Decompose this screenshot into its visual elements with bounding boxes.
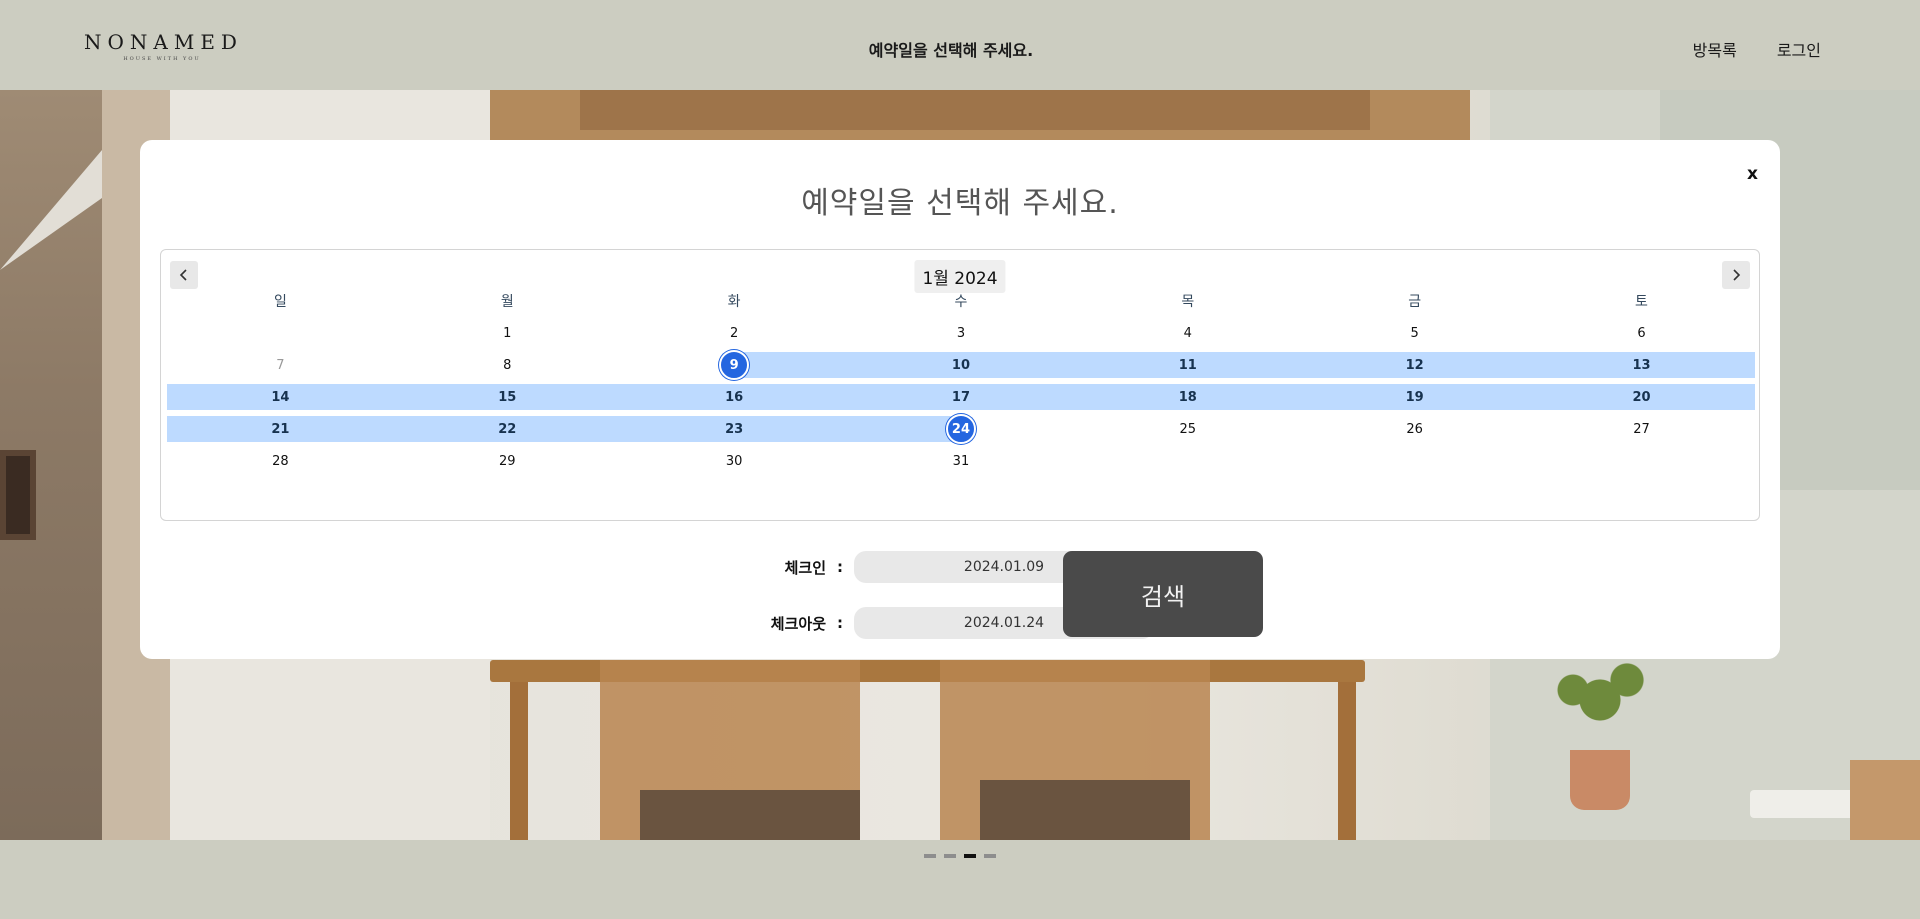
- search-button[interactable]: 검색: [1063, 551, 1263, 637]
- slider-dot[interactable]: [984, 854, 996, 858]
- weekday-label: 화: [727, 294, 741, 310]
- day-cell[interactable]: 23: [620, 416, 848, 442]
- selected-day-marker: 24: [945, 414, 976, 444]
- calendar-weeks: 1 2 3 4 5 6 7 8 9 10 11 12 13 14 15 16 17 18 19 20 21 22 23 24 2…: [167, 320, 1755, 474]
- day-cell[interactable]: 8: [394, 352, 621, 378]
- slider-dot-active[interactable]: [964, 854, 976, 858]
- header-nav: 방목록 로그인: [1693, 37, 1821, 61]
- modal-title: 예약일을 선택해 주세요.: [801, 186, 1119, 221]
- day-cell-range-end[interactable]: 24: [847, 414, 1075, 444]
- checkout-label: 체크아웃: [770, 614, 826, 633]
- calendar-week: 7 8 9 10 11 12 13: [167, 350, 1755, 380]
- day-cell[interactable]: 12: [1301, 352, 1529, 378]
- empty-day: [1528, 448, 1755, 474]
- calendar-grid: 일월화수목금토 1 2 3 4 5 6 7 8 9 10 11 12 13 14 15 16 17 18 19 20 2…: [167, 290, 1755, 474]
- nav-login[interactable]: 로그인: [1777, 37, 1821, 61]
- day-cell[interactable]: 10: [847, 352, 1075, 378]
- selected-day-marker: 9: [719, 350, 750, 380]
- empty-day: [1301, 448, 1528, 474]
- day-cell[interactable]: 26: [1301, 416, 1528, 442]
- day-cell[interactable]: 30: [621, 448, 848, 474]
- checkin-label: 체크인: [784, 558, 826, 577]
- checkin-colon: :: [837, 558, 843, 576]
- day-cell[interactable]: 20: [1528, 384, 1755, 410]
- calendar-week: 28 29 30 31: [167, 448, 1755, 474]
- slider-dot[interactable]: [924, 854, 936, 858]
- day-cell[interactable]: 13: [1528, 352, 1755, 378]
- day-cell[interactable]: 18: [1074, 384, 1302, 410]
- calendar-week: 123456: [167, 320, 1755, 346]
- day-cell[interactable]: 4: [1074, 320, 1301, 346]
- checkout-colon: :: [837, 614, 843, 632]
- site-header: NONAMED HOUSE WITH YOU 예약일을 선택해 주세요. 방목록…: [0, 0, 1920, 90]
- weekday-label: 월: [500, 294, 514, 310]
- slider-dots: [924, 854, 996, 858]
- day-cell[interactable]: 21: [167, 416, 394, 442]
- weekday-label: 일: [273, 294, 287, 310]
- day-cell[interactable]: 25: [1074, 416, 1301, 442]
- empty-day: [167, 320, 394, 346]
- day-cell[interactable]: 6: [1528, 320, 1755, 346]
- calendar-week: 21 22 23 24 25 26 27: [167, 414, 1755, 444]
- chevron-right-icon: [1733, 269, 1741, 281]
- day-cell[interactable]: 16: [620, 384, 848, 410]
- day-cell[interactable]: 1: [394, 320, 621, 346]
- day-cell[interactable]: 19: [1301, 384, 1529, 410]
- chevron-left-icon: [179, 269, 187, 281]
- day-cell[interactable]: 14: [167, 384, 394, 410]
- weekday-label: 수: [954, 294, 968, 310]
- header-title: 예약일을 선택해 주세요.: [868, 41, 1034, 60]
- day-cell[interactable]: 5: [1301, 320, 1528, 346]
- day-cell[interactable]: 7: [167, 352, 394, 378]
- day-cell[interactable]: 11: [1074, 352, 1302, 378]
- prev-month-button[interactable]: [170, 261, 198, 289]
- day-cell[interactable]: 3: [848, 320, 1075, 346]
- next-month-button[interactable]: [1722, 261, 1750, 289]
- weekday-label: 토: [1635, 294, 1648, 310]
- weekday-label: 금: [1408, 294, 1422, 310]
- weekday-row: 일월화수목금토: [167, 290, 1755, 314]
- empty-day: [1074, 448, 1301, 474]
- calendar: 1월 2024 일월화수목금토 1 2 3 4 5 6 7 8 9 10 11 12 13 14 15 16 1…: [160, 249, 1760, 521]
- day-cell[interactable]: 17: [847, 384, 1075, 410]
- nav-room-list[interactable]: 방목록: [1693, 37, 1737, 61]
- day-cell[interactable]: 29: [394, 448, 621, 474]
- day-cell[interactable]: 22: [393, 416, 621, 442]
- day-cell[interactable]: 31: [848, 448, 1075, 474]
- day-cell[interactable]: 15: [393, 384, 621, 410]
- month-label[interactable]: 1월 2024: [914, 260, 1006, 293]
- slider-dot[interactable]: [944, 854, 956, 858]
- weekday-label: 목: [1181, 294, 1195, 310]
- day-cell[interactable]: 2: [621, 320, 848, 346]
- date-picker-modal: x 예약일을 선택해 주세요. 1월 2024 일월화수목금토 12345678…: [140, 140, 1780, 659]
- calendar-week: 14 15 16 17 18 19 20: [167, 384, 1755, 410]
- day-cell-range-start[interactable]: 9: [620, 350, 848, 380]
- day-cell[interactable]: 27: [1528, 416, 1755, 442]
- day-cell[interactable]: 28: [167, 448, 394, 474]
